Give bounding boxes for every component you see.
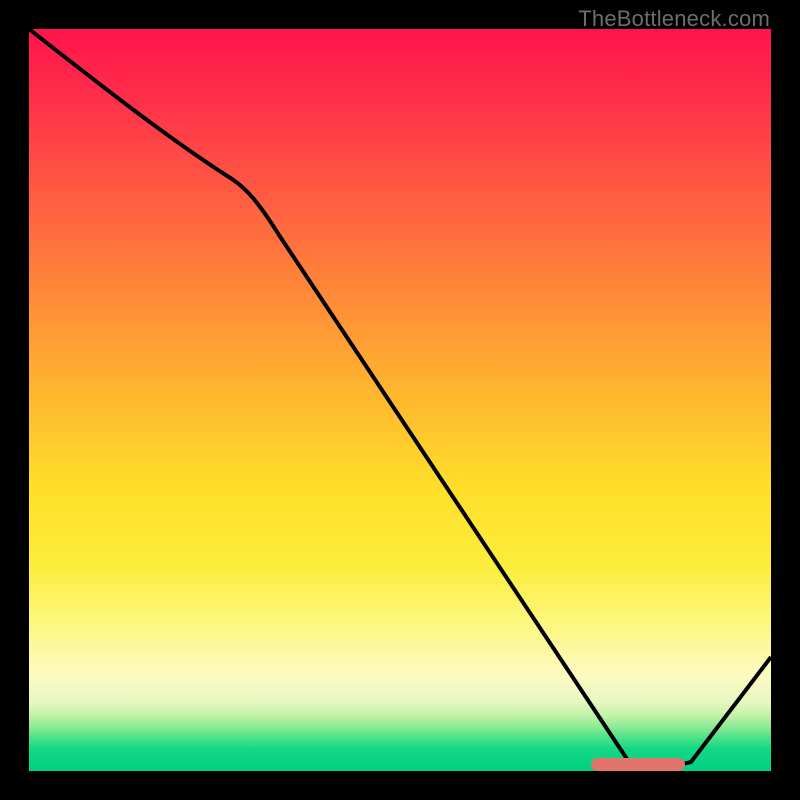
curve-path	[29, 29, 771, 767]
bottleneck-curve	[29, 29, 771, 771]
chart-area	[29, 29, 771, 771]
optimal-range-marker	[591, 758, 685, 771]
